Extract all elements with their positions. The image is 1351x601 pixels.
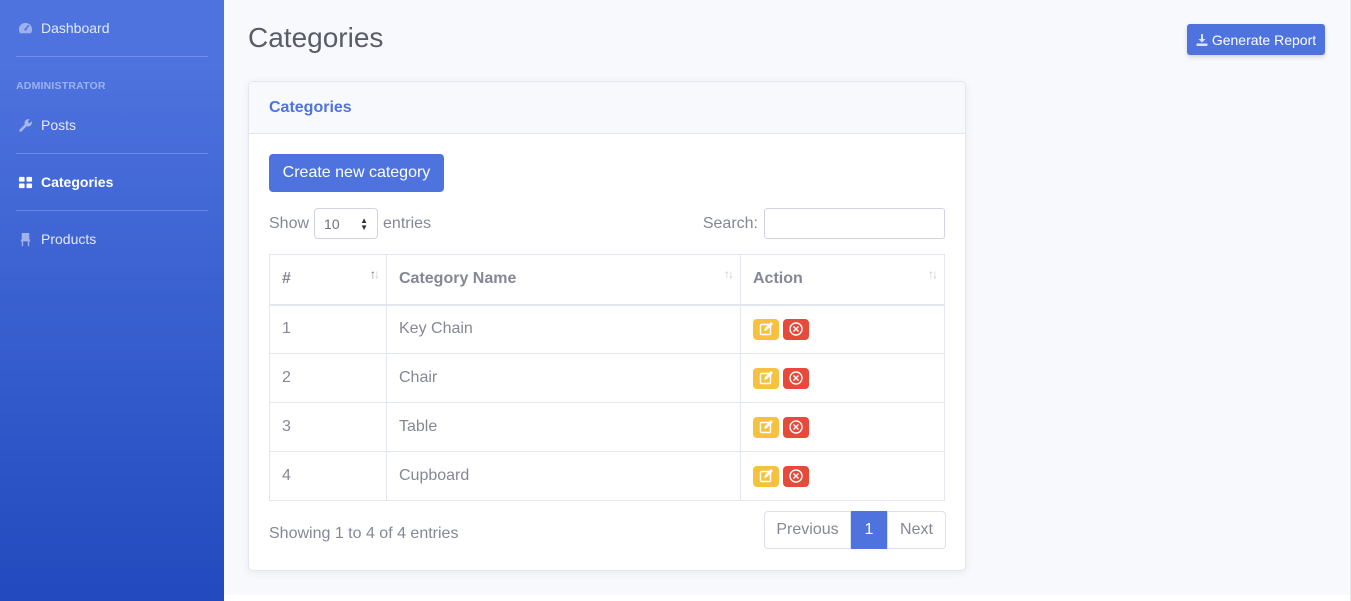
sidebar-divider	[16, 153, 208, 154]
sidebar-item-products[interactable]: Products	[0, 219, 224, 259]
cell-name: Cupboard	[386, 451, 741, 501]
column-header-name[interactable]: Category Name ↑↓	[386, 254, 741, 306]
wrench-icon	[17, 117, 33, 133]
edit-icon	[759, 469, 773, 483]
edit-icon	[759, 322, 773, 336]
generate-report-label: Generate Report	[1211, 31, 1317, 48]
footer-band	[224, 595, 1351, 601]
card-title: Categories	[269, 98, 352, 116]
edit-icon	[759, 420, 773, 434]
select-caret-icon: ▲ ▼	[360, 216, 369, 232]
sidebar-item-label: Posts	[41, 117, 77, 133]
length-suffix: entries	[383, 214, 432, 232]
entries-length-control: Show 10 ▲ ▼ entries	[269, 208, 431, 239]
cell-id: 2	[269, 353, 387, 403]
delete-icon	[789, 371, 803, 385]
delete-button[interactable]	[783, 318, 809, 340]
sidebar: Dashboard Administrator Posts Categories…	[0, 0, 224, 601]
cell-id: 4	[269, 451, 387, 501]
cell-name: Chair	[386, 353, 741, 403]
categories-table: # ↑↓ Category Name ↑↓ Action ↑↓ 1 Key Ch…	[269, 254, 945, 501]
sidebar-item-dashboard[interactable]: Dashboard	[0, 8, 224, 48]
table-search: Search:	[703, 208, 945, 239]
column-header-id[interactable]: # ↑↓	[269, 254, 387, 306]
edit-icon	[759, 371, 773, 385]
sidebar-heading: Administrator	[16, 80, 106, 92]
table-row: 3 Table	[269, 402, 945, 452]
sort-asc-icon: ↑↓	[370, 267, 380, 281]
search-input[interactable]	[764, 208, 945, 239]
sidebar-item-categories[interactable]: Categories	[0, 162, 224, 202]
sidebar-item-label: Categories	[41, 174, 114, 190]
cell-actions	[740, 353, 945, 403]
delete-button[interactable]	[783, 416, 809, 438]
delete-icon	[789, 420, 803, 434]
cell-actions	[740, 402, 945, 452]
table-row: 2 Chair	[269, 353, 945, 403]
delete-button[interactable]	[783, 465, 809, 487]
edit-button[interactable]	[753, 416, 779, 438]
pagination-previous[interactable]: Previous	[764, 511, 851, 549]
create-category-button[interactable]: Create new category	[269, 154, 444, 192]
delete-button[interactable]	[783, 367, 809, 389]
sort-icon: ↑↓	[928, 267, 938, 281]
cell-name: Key Chain	[386, 304, 741, 354]
cell-actions	[740, 451, 945, 501]
table-row: 4 Cupboard	[269, 451, 945, 501]
cell-id: 1	[269, 304, 387, 354]
sort-icon: ↑↓	[724, 267, 734, 281]
table-header-row: # ↑↓ Category Name ↑↓ Action ↑↓	[269, 254, 945, 306]
download-icon	[1196, 33, 1208, 46]
categories-card: Categories Create new category Show 10 ▲…	[248, 81, 966, 571]
length-value: 10	[324, 215, 340, 232]
edit-button[interactable]	[753, 367, 779, 389]
tachometer-icon	[17, 20, 33, 36]
delete-icon	[789, 322, 803, 336]
pagination-next[interactable]: Next	[887, 511, 946, 549]
cell-name: Table	[386, 402, 741, 452]
cell-actions	[740, 304, 945, 354]
cell-id: 3	[269, 402, 387, 452]
chair-icon	[17, 231, 33, 247]
entries-length-select[interactable]: 10 ▲ ▼	[314, 208, 379, 239]
table-info: Showing 1 to 4 of 4 entries	[269, 525, 459, 542]
pagination-page-1[interactable]: 1	[851, 511, 887, 549]
edit-button[interactable]	[753, 318, 779, 340]
sidebar-item-label: Dashboard	[41, 20, 110, 36]
table-row: 1 Key Chain	[269, 304, 945, 354]
sidebar-divider	[16, 210, 208, 211]
grid-icon	[17, 174, 33, 190]
column-header-action[interactable]: Action ↑↓	[740, 254, 945, 306]
delete-icon	[789, 469, 803, 483]
sidebar-item-label: Products	[41, 231, 97, 247]
sidebar-item-posts[interactable]: Posts	[0, 105, 224, 145]
pagination: Previous 1 Next	[764, 511, 946, 549]
sidebar-divider	[16, 56, 208, 57]
card-header: Categories	[249, 82, 965, 134]
page-title: Categories	[248, 22, 384, 53]
length-prefix: Show	[269, 214, 310, 232]
search-label: Search:	[702, 214, 758, 232]
edit-button[interactable]	[753, 465, 779, 487]
generate-report-button[interactable]: Generate Report	[1187, 24, 1325, 55]
